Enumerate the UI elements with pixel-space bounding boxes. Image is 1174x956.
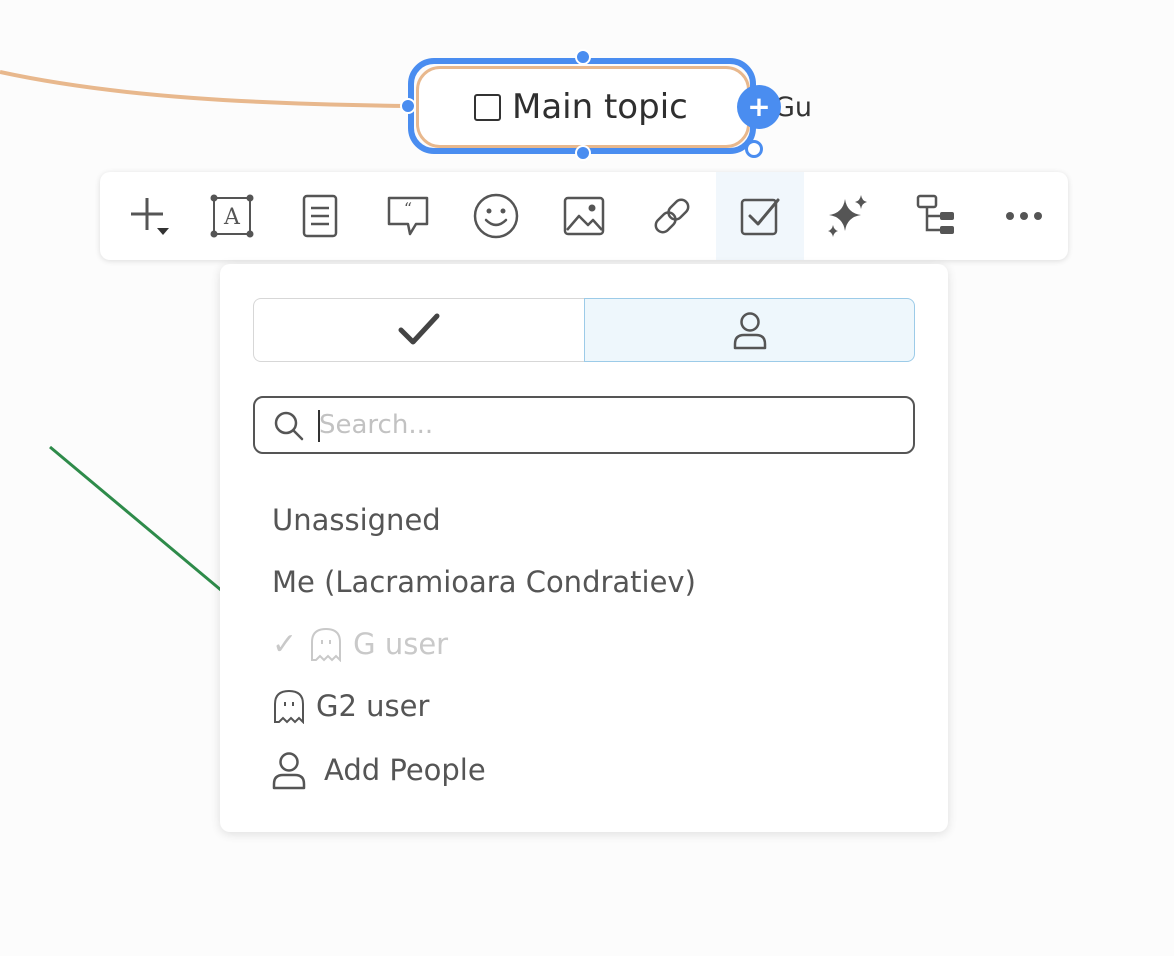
add-child-topic-button[interactable]: + <box>737 85 781 129</box>
assignee-search <box>253 396 915 454</box>
task-button[interactable] <box>716 172 804 260</box>
selected-check-icon: ✓ <box>272 626 298 662</box>
text-box-icon: A <box>210 194 254 238</box>
tab-task-status[interactable] <box>253 298 584 362</box>
add-topic-button[interactable] <box>105 172 193 260</box>
text-box-button[interactable]: A <box>188 172 276 260</box>
image-button[interactable] <box>540 172 628 260</box>
person-icon <box>733 312 766 350</box>
tab-assignee[interactable] <box>584 298 915 362</box>
option-label: Add People <box>324 753 486 787</box>
option-label: G user <box>353 627 449 661</box>
ghost-icon <box>274 689 304 724</box>
checkmark-icon <box>398 313 440 345</box>
plus-icon: + <box>747 90 771 123</box>
option-g-user[interactable]: ✓ G user <box>272 622 448 666</box>
topic-task-checkbox[interactable] <box>474 94 501 121</box>
comment-quote-icon: “ <box>387 196 429 236</box>
ghost-icon <box>311 627 342 662</box>
link-button[interactable] <box>628 172 716 260</box>
option-unassigned[interactable]: Unassigned <box>272 498 441 542</box>
option-label: Me (Lacramioara Condratiev) <box>272 565 696 599</box>
person-icon <box>272 752 306 790</box>
resize-handle-corner[interactable] <box>745 140 763 158</box>
comment-button[interactable]: “ <box>364 172 452 260</box>
more-button[interactable] <box>980 172 1068 260</box>
resize-handle-top[interactable] <box>575 49 591 65</box>
option-me[interactable]: Me (Lacramioara Condratiev) <box>272 560 696 604</box>
task-assign-panel: Unassigned Me (Lacramioara Condratiev) ✓… <box>220 264 948 832</box>
smiley-icon <box>473 193 519 239</box>
svg-text:A: A <box>223 205 241 230</box>
link-icon <box>654 198 690 234</box>
structure-button[interactable] <box>892 172 980 260</box>
main-topic-title[interactable]: Main topic <box>512 84 688 130</box>
resize-handle-left[interactable] <box>400 98 416 114</box>
sparkles-icon <box>828 195 867 237</box>
notes-button[interactable] <box>276 172 364 260</box>
search-icon <box>274 411 304 441</box>
search-input[interactable] <box>319 404 899 446</box>
option-label: G2 user <box>316 689 430 723</box>
note-icon <box>302 194 338 238</box>
plus-dropdown-icon <box>131 198 169 235</box>
image-icon <box>563 196 605 236</box>
more-dots-icon <box>1006 212 1042 220</box>
tree-structure-icon <box>916 194 954 234</box>
emoji-button[interactable] <box>452 172 540 260</box>
ai-button[interactable] <box>804 172 892 260</box>
topic-connector-line <box>0 70 409 108</box>
option-g2-user[interactable]: G2 user <box>272 684 429 728</box>
svg-text:“: “ <box>404 199 412 218</box>
resize-handle-bottom[interactable] <box>575 145 591 161</box>
topic-toolbar: A “ <box>100 172 1068 260</box>
option-add-people[interactable]: Add People <box>272 748 486 792</box>
task-checkbox-icon <box>740 198 780 236</box>
option-label: Unassigned <box>272 503 441 537</box>
